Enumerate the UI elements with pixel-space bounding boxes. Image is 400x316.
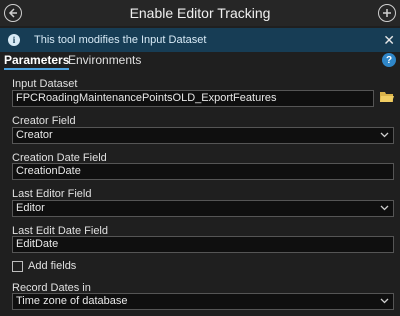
chevron-down-icon [380, 205, 389, 211]
record-dates-value: Time zone of database [16, 295, 128, 307]
tool-header: Enable Editor Tracking [0, 0, 400, 26]
tool-title: Enable Editor Tracking [129, 5, 271, 21]
add-fields-label: Add fields [28, 260, 77, 272]
creator-field-dropdown[interactable]: Creator [12, 127, 394, 144]
creation-date-field-input[interactable]: CreationDate [12, 163, 394, 180]
last-editor-field-label: Last Editor Field [12, 188, 92, 200]
tab-bar: Parameters Environments [0, 52, 400, 70]
last-edit-date-field-input[interactable]: EditDate [12, 236, 394, 253]
chevron-down-icon [380, 298, 389, 304]
back-button[interactable] [4, 4, 22, 22]
back-arrow-icon [8, 8, 17, 18]
folder-icon[interactable] [380, 91, 394, 103]
input-dataset-label: Input Dataset [12, 78, 78, 90]
close-icon[interactable]: ✕ [383, 32, 395, 48]
creator-field-label: Creator Field [12, 115, 76, 127]
input-dataset-field[interactable]: FPCRoadingMaintenancePointsOLD_ExportFea… [12, 90, 374, 107]
info-banner: i This tool modifies the Input Dataset ✕ [0, 28, 400, 52]
creator-field-value: Creator [16, 129, 53, 141]
last-editor-field-dropdown[interactable]: Editor [12, 200, 394, 217]
help-icon[interactable]: ? [382, 53, 396, 67]
tab-parameters[interactable]: Parameters [4, 53, 70, 70]
add-fields-checkbox[interactable] [12, 261, 23, 272]
tab-environments[interactable]: Environments [68, 53, 141, 67]
record-dates-dropdown[interactable]: Time zone of database [12, 293, 394, 310]
info-icon: i [8, 34, 20, 46]
last-editor-field-value: Editor [16, 202, 45, 214]
info-message: This tool modifies the Input Dataset [34, 34, 207, 46]
add-button[interactable] [378, 4, 396, 22]
plus-circle-icon [383, 9, 391, 17]
chevron-down-icon [380, 132, 389, 138]
